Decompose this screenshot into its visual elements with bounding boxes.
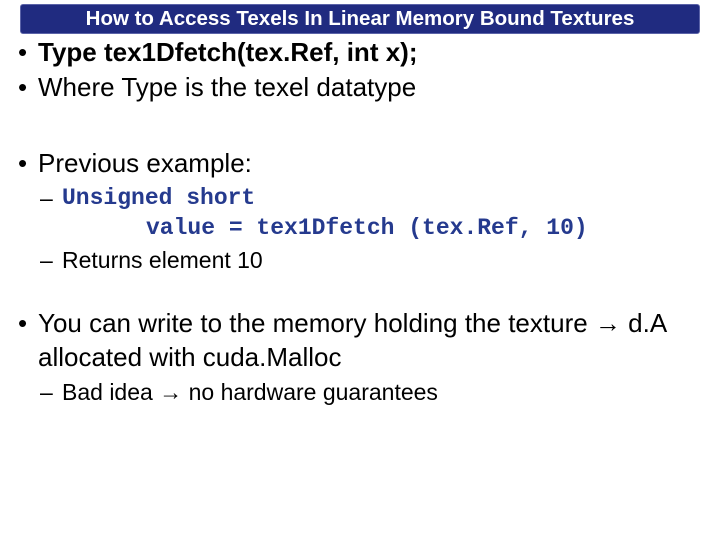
sub-bad-idea-b: no hardware guarantees <box>182 379 438 405</box>
slide-title: How to Access Texels In Linear Memory Bo… <box>86 7 635 30</box>
sub-code: Unsigned short value = tex1Dfetch (tex.R… <box>38 184 718 244</box>
code-line-2: value = tex1Dfetch (tex.Ref, 10) <box>62 214 718 244</box>
bullet-where-type: Where Type is the texel datatype <box>10 71 718 104</box>
sub-returns-text: Returns element 10 <box>62 247 263 273</box>
bullet-signature: Type tex1Dfetch(tex.Ref, int x); <box>10 36 718 69</box>
slide-body: Type tex1Dfetch(tex.Ref, int x); Where T… <box>0 34 720 408</box>
bullet-prev-example: Previous example: Unsigned short value =… <box>10 147 718 276</box>
bullet-prev-example-text: Previous example: <box>38 148 252 178</box>
bullet-write-memory-a: You can write to the memory holding the … <box>38 308 595 338</box>
code-line-1: Unsigned short <box>62 184 718 214</box>
sub-returns: Returns element 10 <box>38 246 718 276</box>
arrow-icon: → <box>159 379 182 405</box>
slide-title-bar: How to Access Texels In Linear Memory Bo… <box>20 4 700 34</box>
bullet-where-type-text: Where Type is the texel datatype <box>38 72 416 102</box>
bullet-write-memory: You can write to the memory holding the … <box>10 307 718 407</box>
bullet-signature-text: Type tex1Dfetch(tex.Ref, int x); <box>38 37 417 67</box>
sub-bad-idea: Bad idea → no hardware guarantees <box>38 378 718 408</box>
arrow-icon: → <box>595 308 621 338</box>
sub-bad-idea-a: Bad idea <box>62 379 159 405</box>
